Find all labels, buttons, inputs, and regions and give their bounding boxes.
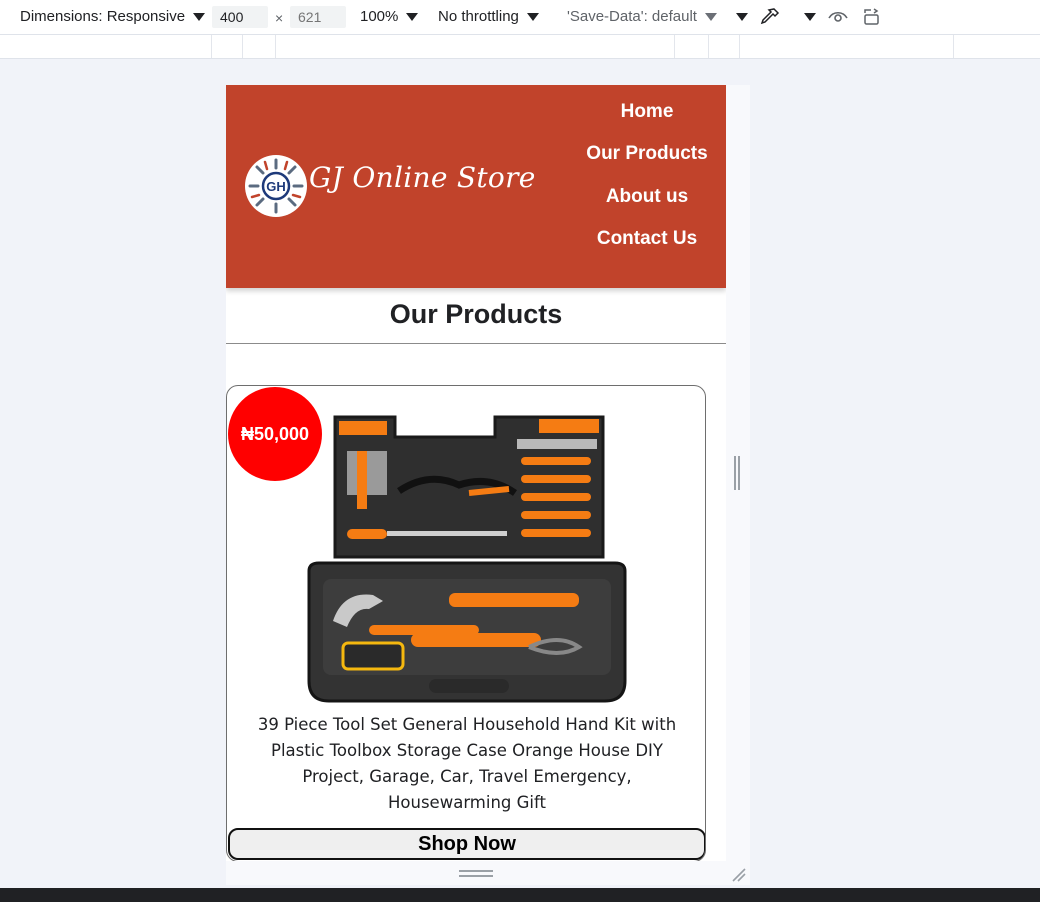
chevron-down-icon bbox=[704, 12, 717, 21]
web-page: GH GJ Online Store Home Our Products Abo… bbox=[226, 85, 726, 861]
store-logo[interactable]: GH bbox=[245, 155, 307, 217]
shop-now-button[interactable]: Shop Now bbox=[228, 828, 705, 860]
chevron-down-icon bbox=[193, 12, 206, 21]
ruler-mark bbox=[275, 35, 276, 58]
ruler-mark bbox=[674, 35, 675, 58]
dimension-separator: × bbox=[275, 10, 284, 26]
save-data-dropdown[interactable]: 'Save-Data': default bbox=[567, 8, 717, 25]
more-options-dropdown[interactable] bbox=[728, 13, 748, 21]
dimensions-label: Dimensions: Responsive bbox=[20, 8, 186, 25]
height-input[interactable] bbox=[290, 6, 346, 28]
nav-link-home[interactable]: Home bbox=[568, 101, 726, 123]
save-data-label: 'Save-Data': default bbox=[567, 8, 697, 25]
throttling-label: No throttling bbox=[438, 8, 519, 25]
nav-link-our-products[interactable]: Our Products bbox=[568, 143, 726, 165]
rotate-device-icon[interactable] bbox=[861, 6, 883, 28]
nav-link-about-us[interactable]: About us bbox=[568, 186, 726, 208]
logo-monogram: GH bbox=[266, 179, 286, 194]
chevron-down-icon bbox=[736, 13, 748, 21]
vision-deficiency-icon[interactable] bbox=[827, 6, 849, 28]
resize-corner-icon[interactable] bbox=[730, 866, 746, 886]
handle-grip bbox=[459, 875, 493, 877]
site-header: GH GJ Online Store Home Our Products Abo… bbox=[226, 85, 726, 288]
resize-handle-right[interactable] bbox=[734, 456, 740, 490]
page-title: Our Products bbox=[389, 299, 563, 329]
chevron-down-icon bbox=[804, 13, 816, 21]
nav-link-contact-us[interactable]: Contact Us bbox=[568, 228, 726, 250]
ruler-mark bbox=[211, 35, 212, 58]
handle-grip bbox=[738, 456, 740, 490]
price-badge: ₦50,000 bbox=[228, 387, 322, 481]
width-input[interactable] bbox=[212, 6, 268, 28]
devtools-device-toolbar: Dimensions: Responsive × 100% No throttl… bbox=[0, 0, 1040, 35]
ruler-mark bbox=[708, 35, 709, 58]
throttling-dropdown[interactable]: No throttling bbox=[438, 8, 539, 25]
zoom-dropdown[interactable]: 100% bbox=[360, 8, 419, 25]
resize-handle-bottom[interactable] bbox=[459, 870, 493, 878]
chevron-down-icon bbox=[406, 12, 419, 21]
eyedropper-dropdown[interactable] bbox=[796, 13, 816, 21]
zoom-label: 100% bbox=[360, 8, 399, 25]
ruler-mark bbox=[953, 35, 954, 58]
handle-grip bbox=[459, 870, 493, 872]
title-divider bbox=[226, 343, 726, 344]
product-image[interactable] bbox=[299, 411, 635, 707]
handle-grip bbox=[734, 456, 736, 490]
product-description: 39 Piece Tool Set General Household Hand… bbox=[257, 715, 677, 812]
eyedropper-icon[interactable] bbox=[759, 6, 781, 28]
ruler-mark bbox=[739, 35, 740, 58]
device-viewport: GH GJ Online Store Home Our Products Abo… bbox=[226, 85, 750, 885]
media-query-ruler[interactable] bbox=[0, 35, 1040, 59]
chevron-down-icon bbox=[526, 12, 539, 21]
product-card: ₦50,000 39 Piece Tool Set General Househ… bbox=[226, 385, 706, 861]
ruler-mark bbox=[242, 35, 243, 58]
taskbar bbox=[0, 888, 1040, 902]
brand-name: GJ Online Store bbox=[309, 161, 536, 194]
dimensions-dropdown[interactable]: Dimensions: Responsive bbox=[20, 8, 206, 25]
